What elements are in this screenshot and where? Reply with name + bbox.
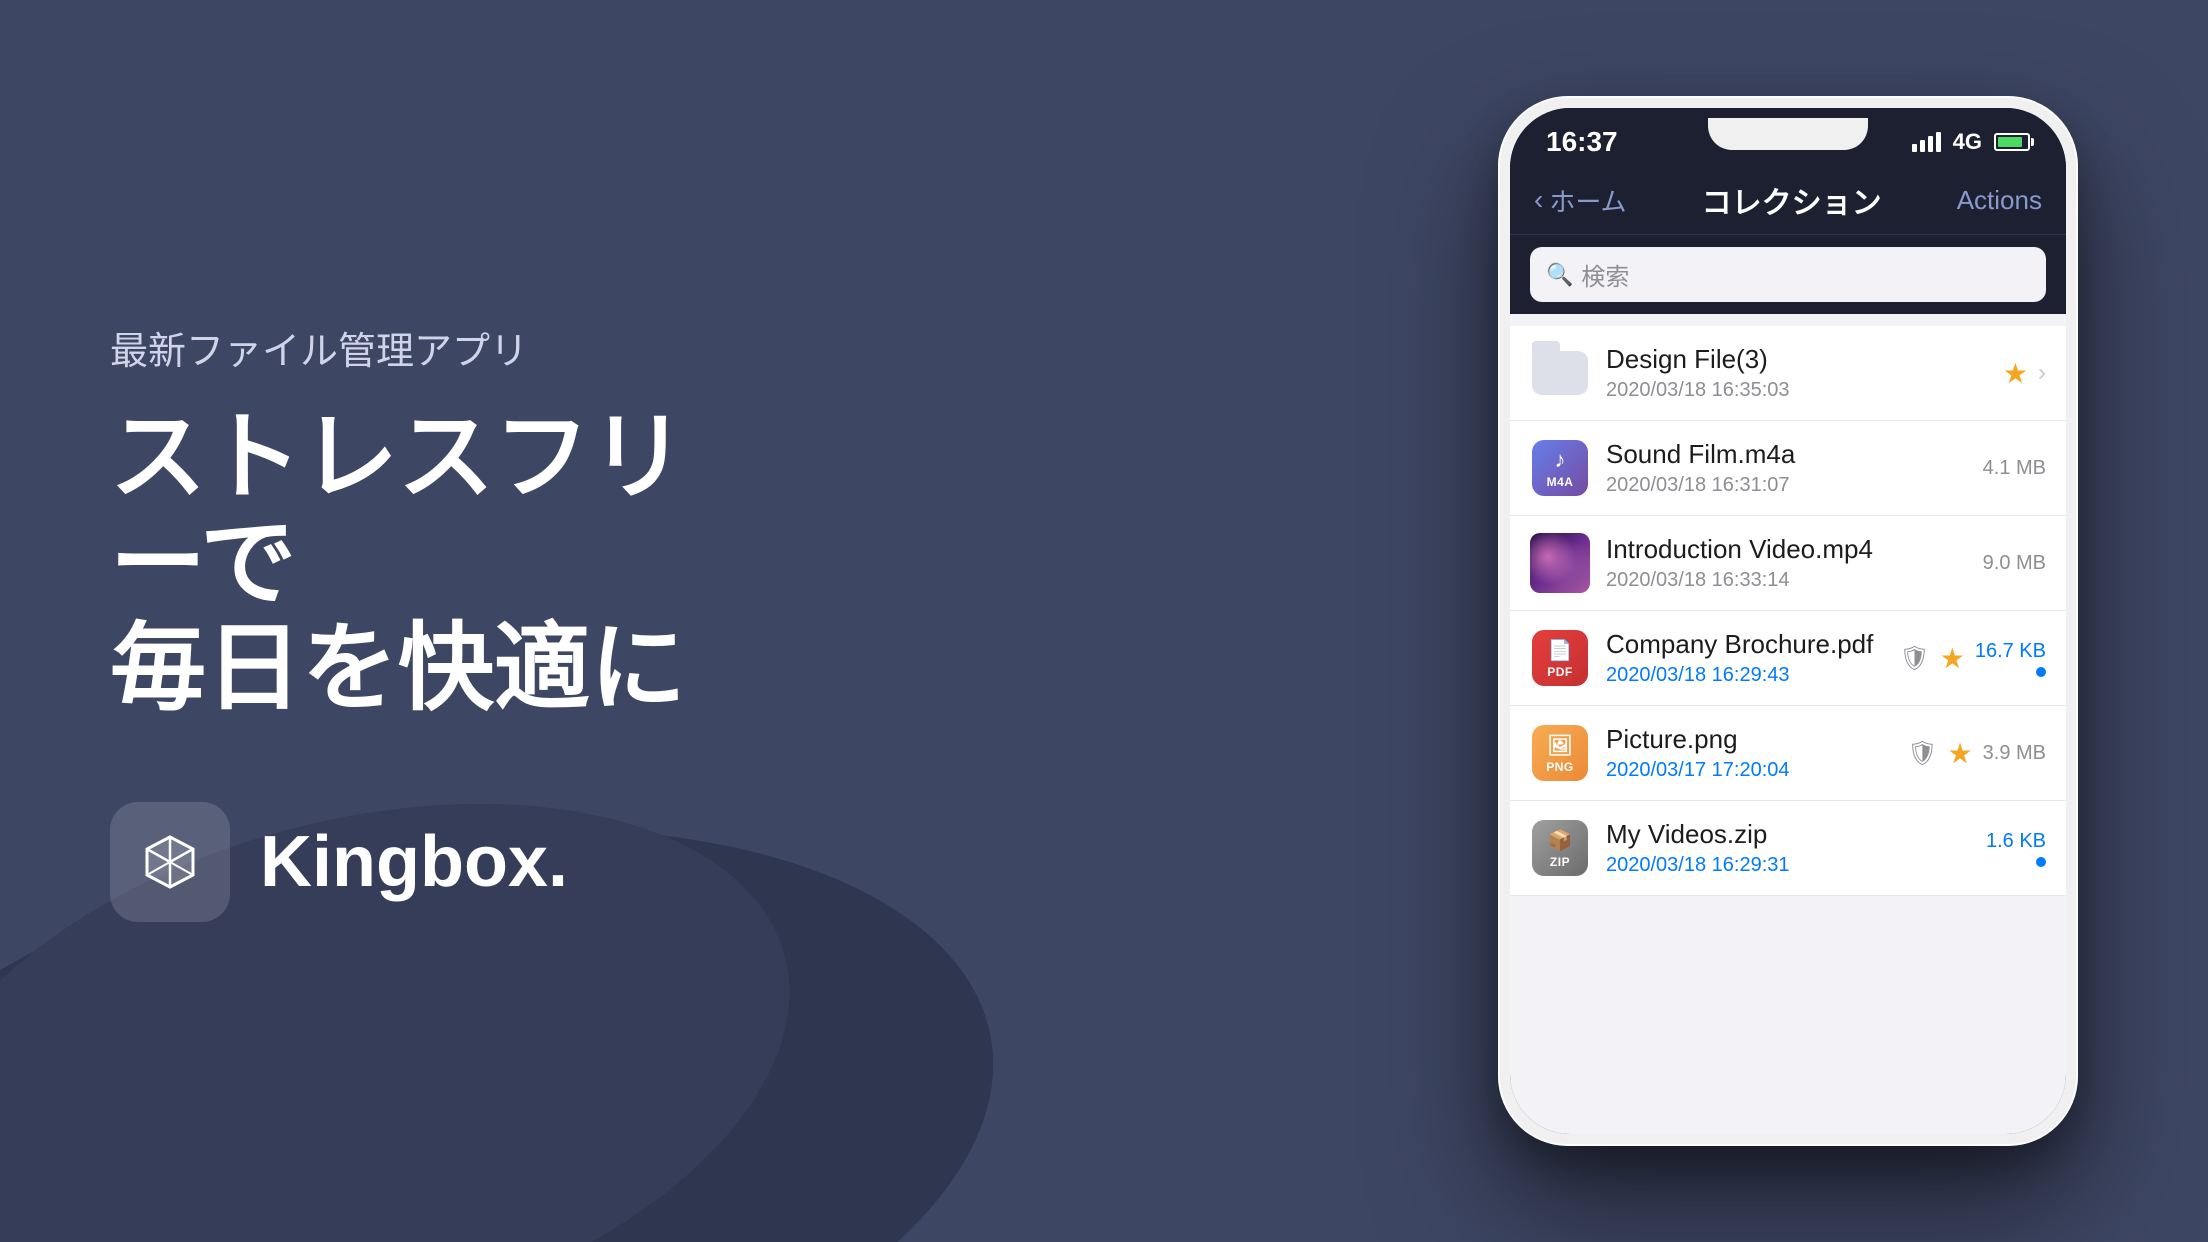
file-info: Introduction Video.mp4 2020/03/18 16:33:… [1606,534,1967,592]
pdf-badge: 📄 PDF [1532,630,1588,686]
zip-icon-wrapper: 📦 ZIP [1530,818,1590,878]
search-placeholder: 検索 [1581,257,1629,292]
list-item[interactable]: 🖼 PNG Picture.png 2020/03/17 17:20:04 🛡 … [1510,706,2066,801]
search-field[interactable]: 🔍 検索 [1530,247,2046,302]
phone-notch [1708,118,1868,150]
file-info: Company Brochure.pdf 2020/03/18 16:29:43 [1606,629,1883,687]
status-time: 16:37 [1546,126,1618,158]
network-type: 4G [1953,129,1982,155]
file-meta: ★ › [2003,357,2046,390]
tagline-line1: ストレスフリーで [110,405,780,616]
star-icon: ★ [1940,642,1965,675]
file-size: 16.7 KB [1975,640,2046,663]
file-info: Sound Film.m4a 2020/03/18 16:31:07 [1606,439,1967,497]
file-date: 2020/03/18 16:29:31 [1606,854,1970,877]
m4a-badge: ♪ M4A [1532,440,1588,496]
file-date: 2020/03/17 17:20:04 [1606,759,1891,782]
nav-title: コレクション [1702,178,1882,222]
file-size: 1.6 KB [1986,830,2046,853]
phone-mockup: 16:37 4G ‹ ホ [1498,96,2078,1146]
actions-button[interactable]: Actions [1957,185,2042,216]
main-tagline: ストレスフリーで 毎日を快適に [110,405,780,722]
search-bar: 🔍 検索 [1510,235,2066,314]
file-list: Design File(3) 2020/03/18 16:35:03 ★ › ♪… [1510,314,2066,1134]
m4a-icon-wrapper: ♪ M4A [1530,438,1590,498]
file-size: 3.9 MB [1983,742,2046,765]
pdf-icon-wrapper: 📄 PDF [1530,628,1590,688]
list-item[interactable]: ♪ M4A Sound Film.m4a 2020/03/18 16:31:07… [1510,421,2066,516]
subtitle: 最新ファイル管理アプリ [110,320,780,375]
search-icon: 🔍 [1546,262,1573,288]
star-icon: ★ [1948,737,1973,770]
png-badge: 🖼 PNG [1532,725,1588,781]
file-meta: 🛡 ★ 3.9 MB [1907,737,2046,770]
list-item[interactable]: Design File(3) 2020/03/18 16:35:03 ★ › [1510,326,2066,421]
box-icon [135,827,205,897]
nav-back-button[interactable]: ‹ ホーム [1534,182,1627,219]
signal-icon [1912,132,1941,152]
chevron-right-icon: › [2038,359,2046,387]
file-size: 4.1 MB [1983,457,2046,480]
logo-icon [110,802,230,922]
file-date: 2020/03/18 16:33:14 [1606,569,1967,592]
nav-bar: ‹ ホーム コレクション Actions [1510,166,2066,235]
file-date: 2020/03/18 16:31:07 [1606,474,1967,497]
phone-screen: 16:37 4G ‹ ホ [1510,108,2066,1134]
file-date: 2020/03/18 16:29:43 [1606,664,1883,687]
file-info: Design File(3) 2020/03/18 16:35:03 [1606,344,1987,402]
logo-area: Kingbox. [110,802,780,922]
battery-icon [1994,133,2030,151]
left-content: 最新ファイル管理アプリ ストレスフリーで 毎日を快適に Kingbox. [80,0,780,1242]
png-icon-wrapper: 🖼 PNG [1530,723,1590,783]
shield-icon: 🛡 [1899,644,1929,673]
file-meta: 🛡 ★ 16.7 KB [1899,640,2046,677]
unread-dot [2036,857,2046,867]
zip-badge: 📦 ZIP [1532,820,1588,876]
folder-icon [1532,351,1588,395]
file-name: Company Brochure.pdf [1606,629,1883,660]
nav-back-label: ホーム [1549,182,1626,219]
file-date: 2020/03/18 16:35:03 [1606,379,1987,402]
list-item[interactable]: Introduction Video.mp4 2020/03/18 16:33:… [1510,516,2066,611]
logo-text: Kingbox. [260,821,568,903]
chevron-left-icon: ‹ [1534,184,1543,216]
video-icon-wrapper [1530,533,1590,593]
file-name: My Videos.zip [1606,819,1970,850]
file-meta: 9.0 MB [1983,552,2046,575]
unread-dot [2036,667,2046,677]
shield-icon: 🛡 [1907,739,1937,768]
file-size: 9.0 MB [1983,552,2046,575]
tagline-line2: 毎日を快適に [110,616,780,722]
file-name: Introduction Video.mp4 [1606,534,1967,565]
video-thumbnail [1530,533,1590,593]
list-item[interactable]: 📄 PDF Company Brochure.pdf 2020/03/18 16… [1510,611,2066,706]
file-info: My Videos.zip 2020/03/18 16:29:31 [1606,819,1970,877]
folder-icon-wrapper [1530,343,1590,403]
star-icon: ★ [2003,357,2028,390]
status-icons: 4G [1912,129,2030,155]
file-name: Sound Film.m4a [1606,439,1967,470]
file-info: Picture.png 2020/03/17 17:20:04 [1606,724,1891,782]
file-name: Design File(3) [1606,344,1987,375]
music-icon: ♪ [1555,447,1566,473]
file-meta: 1.6 KB [1986,830,2046,867]
file-name: Picture.png [1606,724,1891,755]
list-item[interactable]: 📦 ZIP My Videos.zip 2020/03/18 16:29:31 … [1510,801,2066,896]
phone-wrapper: 16:37 4G ‹ ホ [1498,96,2078,1146]
file-meta: 4.1 MB [1983,457,2046,480]
